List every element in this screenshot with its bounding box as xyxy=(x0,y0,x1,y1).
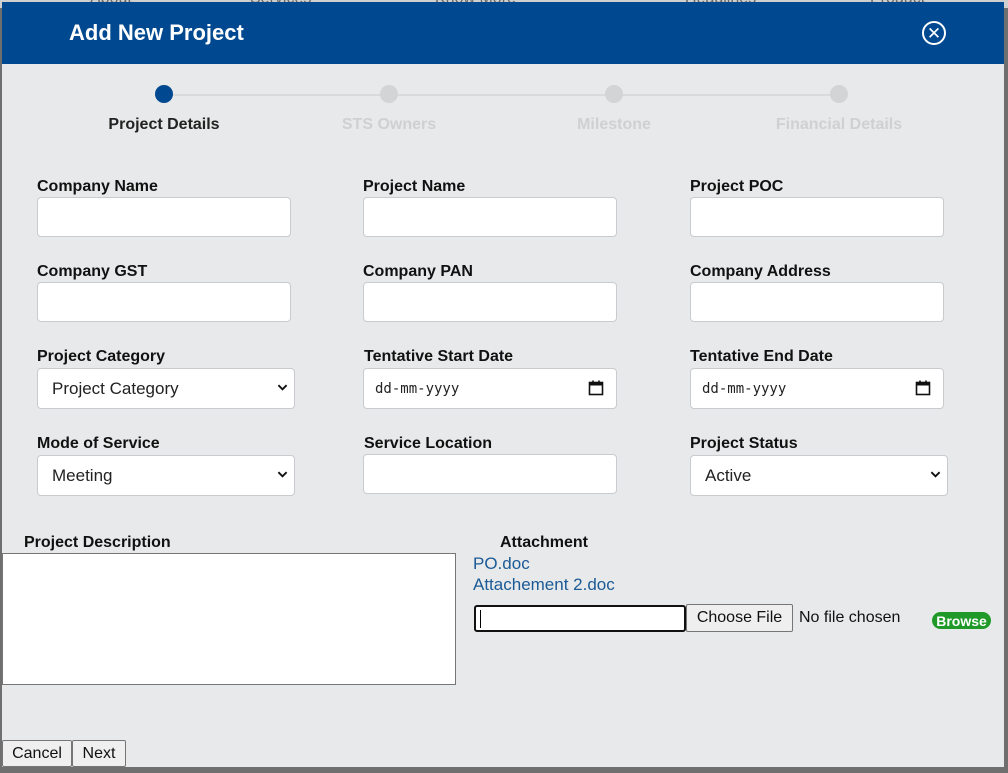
step-dot-icon xyxy=(830,85,848,103)
step-label: STS Owners xyxy=(341,116,437,133)
step-label: Milestone xyxy=(577,116,651,133)
step-milestone[interactable]: Milestone xyxy=(504,85,724,134)
project-poc-label: Project POC xyxy=(690,178,784,195)
step-project-details[interactable]: Project Details xyxy=(54,85,274,134)
project-category-select[interactable]: Project Category xyxy=(37,368,295,409)
close-icon[interactable]: ✕ xyxy=(922,21,946,45)
step-label: Project Details xyxy=(108,116,220,133)
chevron-down-icon xyxy=(277,384,288,391)
attachment-label: Attachment xyxy=(500,534,589,551)
attachment-link[interactable]: PO.doc xyxy=(473,554,530,574)
step-sts-owners[interactable]: STS Owners xyxy=(279,85,499,134)
cancel-button[interactable]: Cancel xyxy=(2,740,72,767)
mode-of-service-label: Mode of Service xyxy=(37,435,160,452)
company-pan-label: Company PAN xyxy=(363,263,473,280)
start-date-label: Tentative Start Date xyxy=(364,348,514,365)
choose-file-button[interactable]: Choose File xyxy=(686,604,793,632)
end-date-value: dd-mm-yyyy xyxy=(702,381,787,397)
browse-button[interactable]: Browse xyxy=(932,612,991,629)
chevron-down-icon xyxy=(930,471,941,478)
text-caret xyxy=(480,610,481,628)
calendar-icon[interactable] xyxy=(588,380,604,396)
service-location-input[interactable] xyxy=(363,454,617,494)
end-date-label: Tentative End Date xyxy=(690,348,833,365)
project-category-label: Project Category xyxy=(37,348,166,365)
end-date-input[interactable]: dd-mm-yyyy xyxy=(690,368,944,409)
start-date-value: dd-mm-yyyy xyxy=(375,381,460,397)
service-location-label: Service Location xyxy=(364,435,493,452)
project-name-input[interactable] xyxy=(363,197,617,237)
company-pan-input[interactable] xyxy=(363,282,617,322)
no-file-chosen-text: No file chosen xyxy=(799,609,901,626)
start-date-input[interactable]: dd-mm-yyyy xyxy=(363,368,617,409)
company-name-input[interactable] xyxy=(37,197,291,237)
add-project-modal: Add New Project ✕ Project Details STS Ow… xyxy=(2,2,1004,767)
company-name-label: Company Name xyxy=(37,178,158,195)
step-dot-icon xyxy=(380,85,398,103)
company-address-input[interactable] xyxy=(690,282,944,322)
calendar-icon[interactable] xyxy=(915,380,931,396)
project-description-label: Project Description xyxy=(24,534,171,551)
step-dot-icon xyxy=(155,85,173,103)
modal-title: Add New Project xyxy=(69,20,244,45)
project-name-label: Project Name xyxy=(363,178,466,195)
project-description-textarea[interactable] xyxy=(2,553,456,685)
project-category-value: Project Category xyxy=(52,379,179,398)
mode-of-service-value: Meeting xyxy=(52,466,113,485)
project-status-value: Active xyxy=(705,466,752,485)
project-poc-input[interactable] xyxy=(690,197,944,237)
modal-header: Add New Project ✕ xyxy=(2,2,1004,64)
step-dot-icon xyxy=(605,85,623,103)
attachment-link[interactable]: Attachement 2.doc xyxy=(473,575,615,595)
attachment-text-input[interactable] xyxy=(474,605,686,632)
mode-of-service-select[interactable]: Meeting xyxy=(37,455,295,496)
next-button[interactable]: Next xyxy=(72,740,126,767)
project-status-select[interactable]: Active xyxy=(690,455,948,496)
step-financial-details[interactable]: Financial Details xyxy=(729,85,949,134)
company-address-label: Company Address xyxy=(690,263,831,280)
chevron-down-icon xyxy=(277,471,288,478)
step-label: Financial Details xyxy=(775,116,903,133)
company-gst-input[interactable] xyxy=(37,282,291,322)
project-status-label: Project Status xyxy=(690,435,798,452)
company-gst-label: Company GST xyxy=(37,263,148,280)
